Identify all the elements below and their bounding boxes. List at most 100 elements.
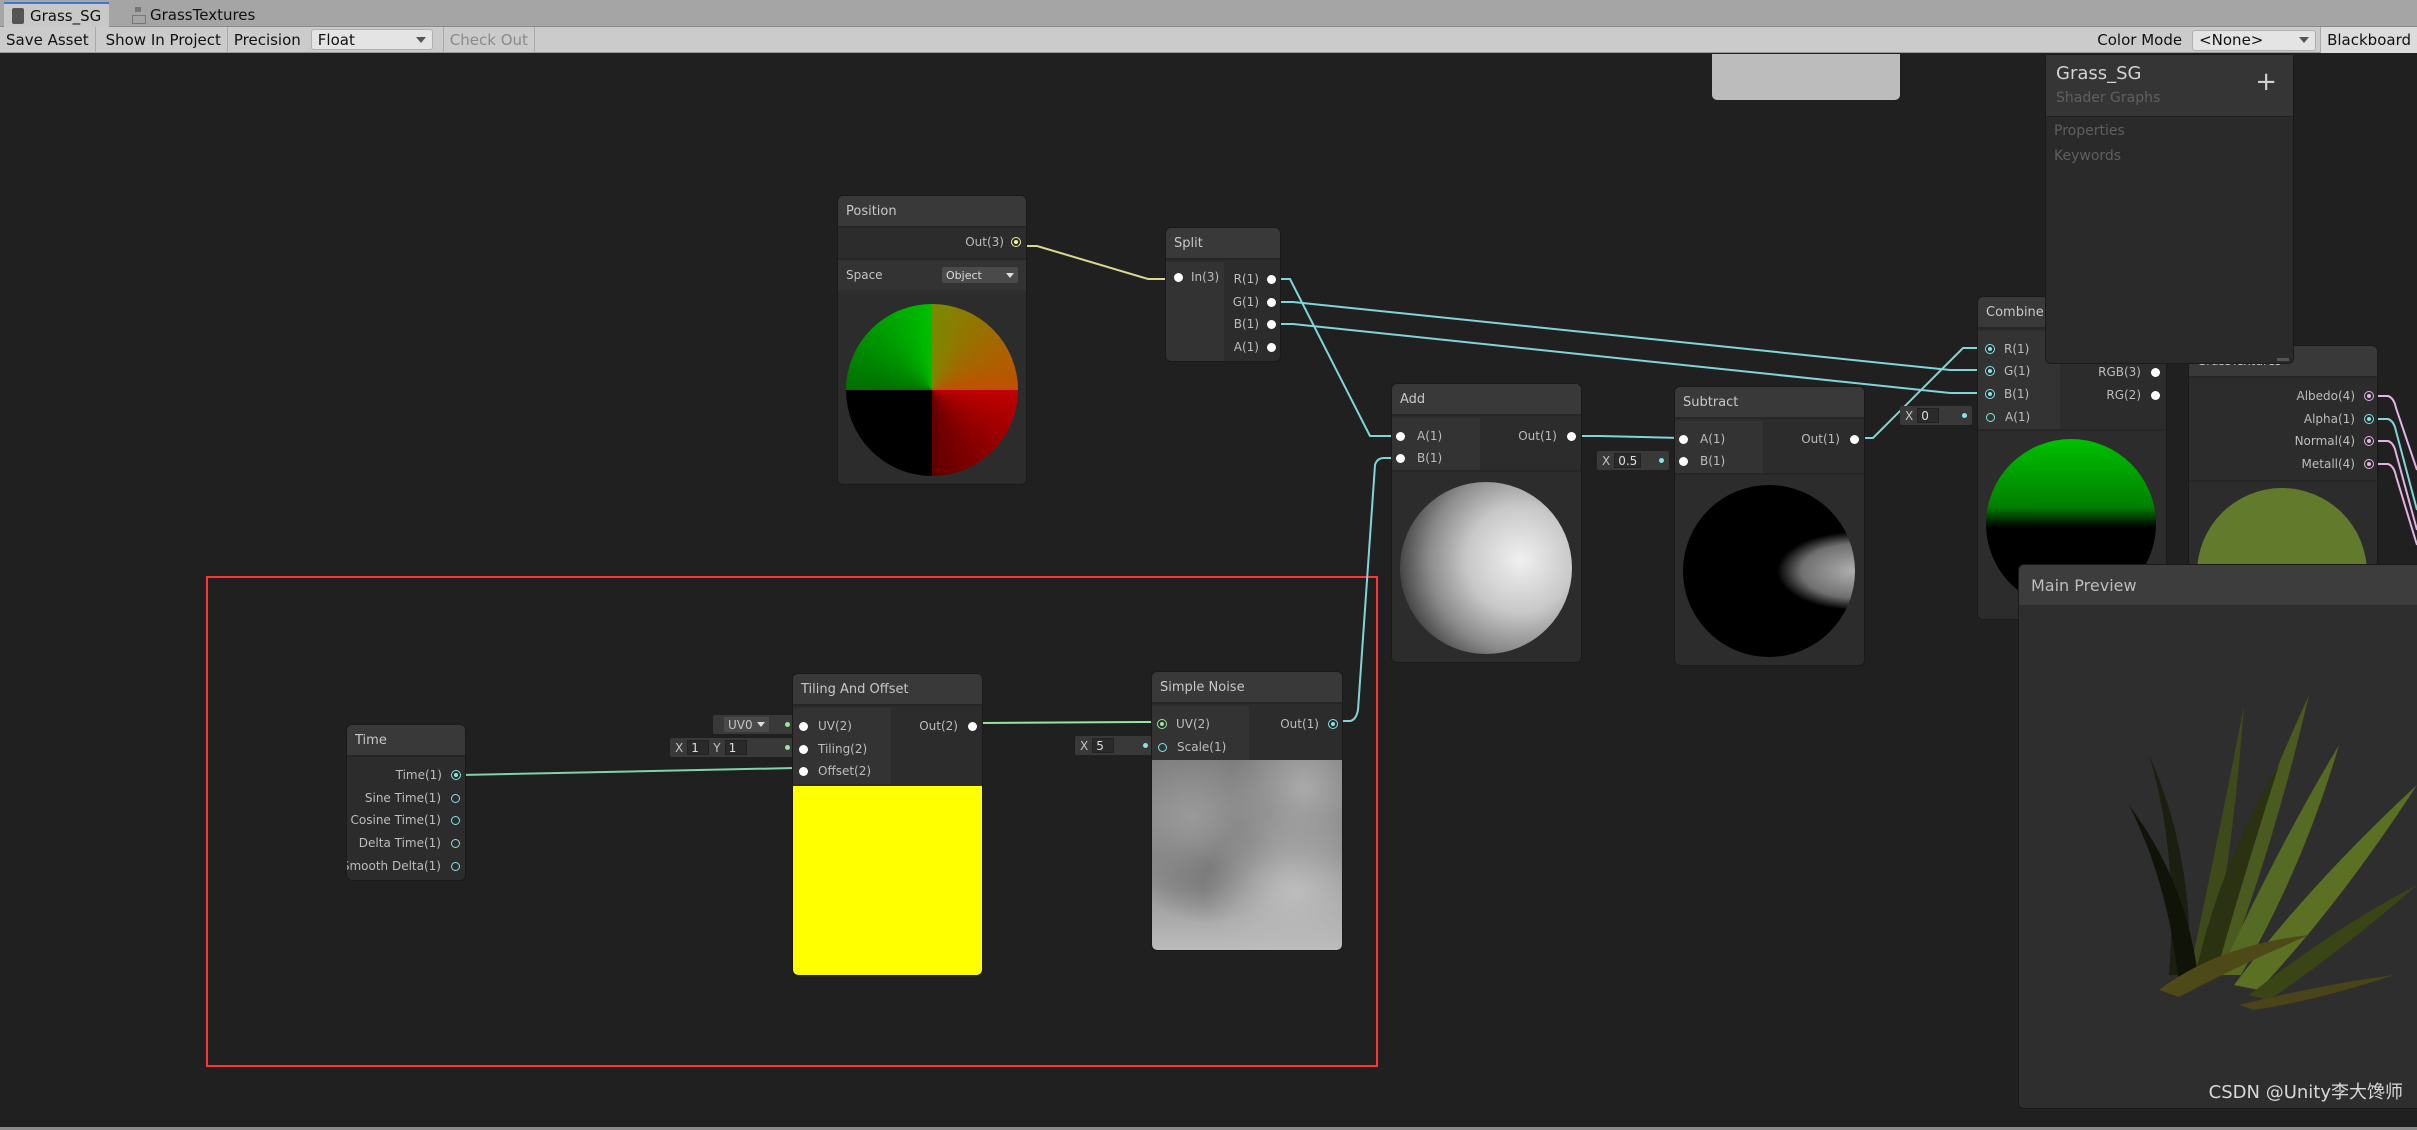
node-position[interactable]: Position Out(3) Space Object (838, 196, 1026, 484)
port-out-sine-time[interactable]: Sine Time(1) (347, 791, 460, 805)
port-dot-icon[interactable] (1267, 319, 1276, 329)
port-in-tiling[interactable]: Tiling(2) (799, 742, 867, 756)
port-out-albedo[interactable]: Albedo(4) (2189, 389, 2373, 403)
port-out[interactable]: Out(2) (891, 719, 977, 733)
check-out-button[interactable]: Check Out (442, 26, 535, 53)
port-out-cosine-time[interactable]: Cosine Time(1) (347, 813, 460, 827)
noise-scale-input[interactable]: X 5 (1075, 736, 1153, 755)
port-out-r[interactable]: R(1) (1224, 272, 1276, 286)
port-dot-icon[interactable] (799, 766, 808, 776)
port-dot-icon[interactable] (1986, 367, 1994, 375)
port-in[interactable]: In(3) (1174, 270, 1219, 284)
port-dot-icon[interactable] (1567, 431, 1576, 441)
value-field[interactable]: 0.5 (1614, 453, 1642, 468)
port-in-b[interactable]: B(1) (1986, 387, 2029, 401)
blackboard-section-properties[interactable]: Properties (2046, 117, 2293, 142)
port-in-g[interactable]: G(1) (1986, 364, 2030, 378)
node-add[interactable]: Add A(1) B(1) Out(1) (1392, 384, 1581, 662)
panel-drag-handle[interactable] (1712, 54, 1900, 100)
tiling-input[interactable]: X 1 Y 1 (670, 738, 795, 757)
port-dot-icon[interactable] (799, 744, 808, 754)
port-dot-icon[interactable] (1986, 345, 1994, 353)
tiling-y-field[interactable]: 1 (724, 740, 747, 755)
resize-handle[interactable] (2277, 358, 2289, 361)
blackboard-section-keywords[interactable]: Keywords (2046, 142, 2293, 167)
port-out-metal[interactable]: Metall(4) (2189, 457, 2373, 471)
port-out-rgb[interactable]: RGB(3) (2060, 365, 2160, 379)
port-dot-icon[interactable] (1158, 720, 1166, 728)
port-dot-icon[interactable] (1329, 720, 1337, 728)
save-asset-button[interactable]: Save Asset (0, 26, 96, 53)
node-time[interactable]: Time Time(1) Sine Time(1) Cosine Time(1)… (347, 725, 465, 880)
port-out[interactable]: Out(1) (1249, 717, 1337, 731)
port-out-g[interactable]: G(1) (1224, 295, 1276, 309)
node-grass-textures[interactable]: GrassTextures Albedo(4) Alpha(1) Normal(… (2189, 346, 2377, 566)
port-in-offset[interactable]: Offset(2) (799, 764, 871, 778)
port-in-uv[interactable]: UV(2) (799, 719, 852, 733)
port-dot-icon[interactable] (451, 793, 460, 803)
node-simple-noise[interactable]: Simple Noise UV(2) Scale(1) Out(1) (1152, 672, 1342, 950)
port-dot-icon[interactable] (2151, 367, 2160, 377)
port-in-scale[interactable]: Scale(1) (1158, 740, 1226, 754)
port-dot-icon[interactable] (1679, 434, 1688, 444)
uv-channel-input[interactable]: UV0 (713, 715, 795, 734)
port-in-uv[interactable]: UV(2) (1158, 717, 1210, 731)
port-dot-icon[interactable] (1267, 342, 1276, 352)
blackboard-toggle-button[interactable]: Blackboard (2320, 27, 2417, 53)
port-dot-icon[interactable] (451, 861, 460, 871)
port-out-rg[interactable]: RG(2) (2060, 388, 2160, 402)
main-preview-panel[interactable]: Main Preview CSDN @Unity李大馋师 (2019, 565, 2417, 1108)
port-out-alpha[interactable]: Alpha(1) (2189, 412, 2373, 426)
port-in-b[interactable]: B(1) (1396, 451, 1442, 465)
port-out[interactable]: Out(3) (838, 234, 1020, 250)
tab-grass-textures[interactable]: GrassTextures (124, 2, 263, 27)
node-tiling-and-offset[interactable]: Tiling And Offset UV(2) Tiling(2) Offset… (793, 674, 982, 975)
combine-a-input[interactable]: X 0 (1900, 406, 1972, 425)
port-dot-icon[interactable] (1396, 453, 1405, 463)
port-dot-icon[interactable] (451, 815, 460, 825)
port-dot-icon[interactable] (2151, 390, 2160, 400)
uv-channel-dropdown[interactable]: UV0 (724, 717, 769, 732)
show-in-project-button[interactable]: Show In Project (100, 26, 228, 53)
port-dot-icon[interactable] (968, 721, 977, 731)
port-dot-icon[interactable] (1986, 412, 1995, 422)
port-dot-icon[interactable] (1267, 274, 1276, 284)
port-dot-icon[interactable] (1158, 742, 1167, 752)
port-in-r[interactable]: R(1) (1986, 342, 2029, 356)
add-property-button[interactable]: + (2255, 69, 2277, 95)
port-dot-icon[interactable] (1267, 297, 1276, 307)
port-dot-icon[interactable] (1679, 456, 1688, 466)
port-dot-icon[interactable] (1174, 272, 1183, 282)
port-dot-icon[interactable] (2365, 437, 2373, 445)
node-subtract[interactable]: Subtract A(1) B(1) Out(1) (1675, 387, 1864, 665)
port-dot-icon[interactable] (451, 838, 460, 848)
port-dot-icon[interactable] (2365, 392, 2373, 400)
port-out-normal[interactable]: Normal(4) (2189, 434, 2373, 448)
node-split[interactable]: Split In(3) R(1) G(1) B(1) A(1) (1166, 228, 1280, 361)
port-dot-icon[interactable] (1850, 434, 1859, 444)
space-dropdown[interactable]: Object (942, 267, 1018, 283)
precision-dropdown[interactable]: Float (310, 29, 433, 50)
port-dot-icon[interactable] (2365, 415, 2373, 423)
port-dot-icon[interactable] (1012, 238, 1020, 246)
value-field[interactable]: 0 (1917, 408, 1940, 423)
tiling-x-field[interactable]: 1 (687, 740, 710, 755)
port-dot-icon[interactable] (2365, 460, 2373, 468)
port-out-b[interactable]: B(1) (1224, 317, 1276, 331)
port-out[interactable]: Out(1) (1480, 429, 1576, 443)
port-in-a[interactable]: A(1) (1679, 432, 1725, 446)
port-in-a[interactable]: A(1) (1986, 410, 2030, 424)
tab-grass-sg[interactable]: Grass_SG (4, 2, 110, 27)
port-out-a[interactable]: A(1) (1224, 340, 1276, 354)
port-dot-icon[interactable] (1396, 431, 1405, 441)
port-out-smooth-delta[interactable]: Smooth Delta(1) (347, 859, 460, 873)
port-out-delta-time[interactable]: Delta Time(1) (347, 836, 460, 850)
port-dot-icon[interactable] (452, 771, 460, 779)
port-out-time[interactable]: Time(1) (347, 768, 460, 782)
port-in-a[interactable]: A(1) (1396, 429, 1442, 443)
port-dot-icon[interactable] (799, 721, 808, 731)
value-field[interactable]: 5 (1092, 738, 1115, 753)
port-in-b[interactable]: B(1) (1679, 454, 1725, 468)
port-dot-icon[interactable] (1986, 390, 1994, 398)
color-mode-dropdown[interactable]: <None> (2192, 29, 2317, 51)
